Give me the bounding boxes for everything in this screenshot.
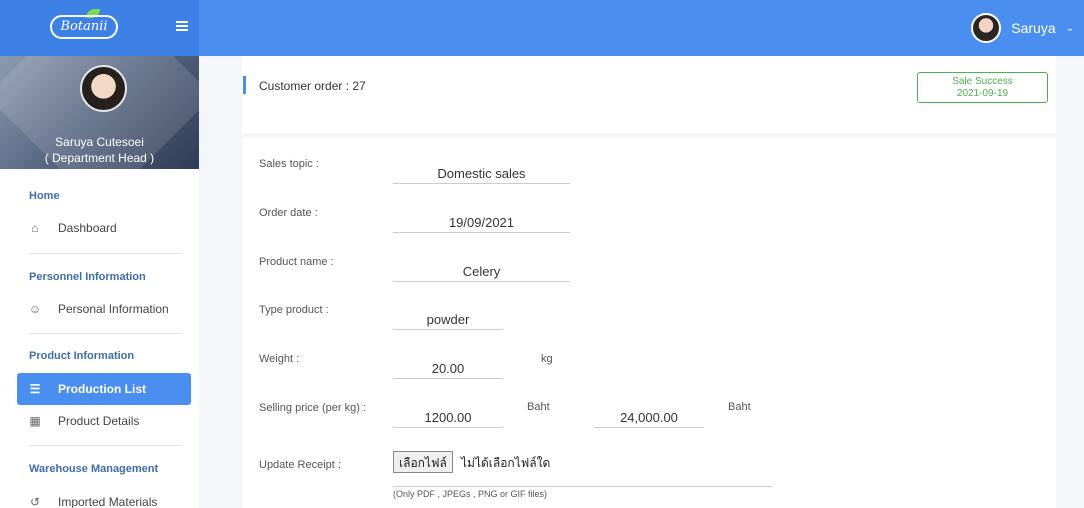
avatar xyxy=(971,13,1002,43)
nav-heading-warehouse: Warehouse Management xyxy=(29,463,159,475)
sidebar-item-production-list[interactable]: ☰ Production List xyxy=(17,373,191,405)
sidebar-item-dashboard[interactable]: ⌂ Dashboard xyxy=(17,212,191,244)
page-title: Customer order : 27 xyxy=(259,79,366,93)
divider xyxy=(29,333,181,334)
receipt-label: Update Receipt : xyxy=(259,459,341,471)
title-accent xyxy=(243,76,246,94)
sidebar-item-label: Production List xyxy=(58,382,146,396)
sidebar-item-label: Imported Materials xyxy=(58,495,158,508)
user-name: Saruya xyxy=(1011,20,1056,36)
order-form-card xyxy=(242,138,1056,508)
status-text: Sale Success xyxy=(952,76,1013,87)
app-logo[interactable]: Botanii xyxy=(50,15,118,39)
type-product-label: Type product : xyxy=(259,304,329,316)
status-badge: Sale Success 2021-09-19 xyxy=(917,72,1048,103)
weight-label: Weight : xyxy=(259,353,300,365)
choose-file-button[interactable]: เลือกไฟล์ xyxy=(393,451,453,473)
divider xyxy=(29,445,181,446)
price-label: Selling price (per kg) : xyxy=(259,402,366,414)
sidebar-item-product-details[interactable]: ▦ Product Details xyxy=(17,405,191,437)
nav-heading-personnel: Personnel Information xyxy=(29,271,146,283)
nav-heading-home: Home xyxy=(29,190,60,202)
file-status-text: ไม่ได้เลือกไฟล์ใด xyxy=(461,456,551,470)
user-icon: ☺ xyxy=(28,302,42,316)
nav-heading-product: Product Information xyxy=(29,350,135,362)
price-field[interactable]: 1200.00 xyxy=(393,403,503,428)
weight-unit: kg xyxy=(541,353,553,365)
sales-topic-field[interactable]: Domestic sales xyxy=(393,159,570,184)
sidebar: Saruya Cutesoei ( Department Head ) Home… xyxy=(0,56,199,508)
grid-icon: ▦ xyxy=(29,414,41,428)
profile-avatar xyxy=(80,65,127,112)
sidebar-item-personal-information[interactable]: ☺ Personal Information xyxy=(17,293,191,325)
sidebar-item-label: Personal Information xyxy=(58,302,169,316)
profile-role: ( Department Head ) xyxy=(44,151,155,165)
order-date-field[interactable]: 19/09/2021 xyxy=(393,208,570,233)
product-name-label: Product name : xyxy=(259,256,334,268)
list-icon: ☰ xyxy=(29,382,41,396)
divider xyxy=(29,253,181,254)
chevron-down-icon: ⌄ xyxy=(1065,22,1074,34)
status-date: 2021-09-19 xyxy=(956,88,1009,99)
order-date-label: Order date : xyxy=(259,207,318,219)
weight-field[interactable]: 20.00 xyxy=(393,354,503,379)
sales-topic-label: Sales topic : xyxy=(259,158,319,170)
sidebar-item-label: Dashboard xyxy=(58,221,117,235)
menu-toggle-icon[interactable] xyxy=(176,21,188,31)
type-product-field[interactable]: powder xyxy=(393,305,503,330)
home-icon: ⌂ xyxy=(31,221,39,235)
sidebar-item-imported-materials[interactable]: ↺ Imported Materials xyxy=(17,486,191,508)
logo-area: Botanii xyxy=(0,0,199,56)
import-icon: ↺ xyxy=(29,495,41,508)
total-field[interactable]: 24,000.00 xyxy=(594,403,704,428)
total-unit: Baht xyxy=(728,401,751,413)
file-input-underline xyxy=(393,486,772,487)
sidebar-item-label: Product Details xyxy=(58,414,140,428)
top-navbar: Botanii Saruya ⌄ xyxy=(0,0,1084,56)
file-hint: (Only PDF , JPEGs , PNG or GIF files) xyxy=(393,489,548,499)
profile-name: Saruya Cutesoei xyxy=(55,135,144,149)
user-menu[interactable]: Saruya ⌄ xyxy=(971,12,1074,44)
price-unit: Baht xyxy=(527,401,550,413)
profile-card: Saruya Cutesoei ( Department Head ) xyxy=(0,56,199,169)
product-name-field[interactable]: Celery xyxy=(393,257,570,282)
